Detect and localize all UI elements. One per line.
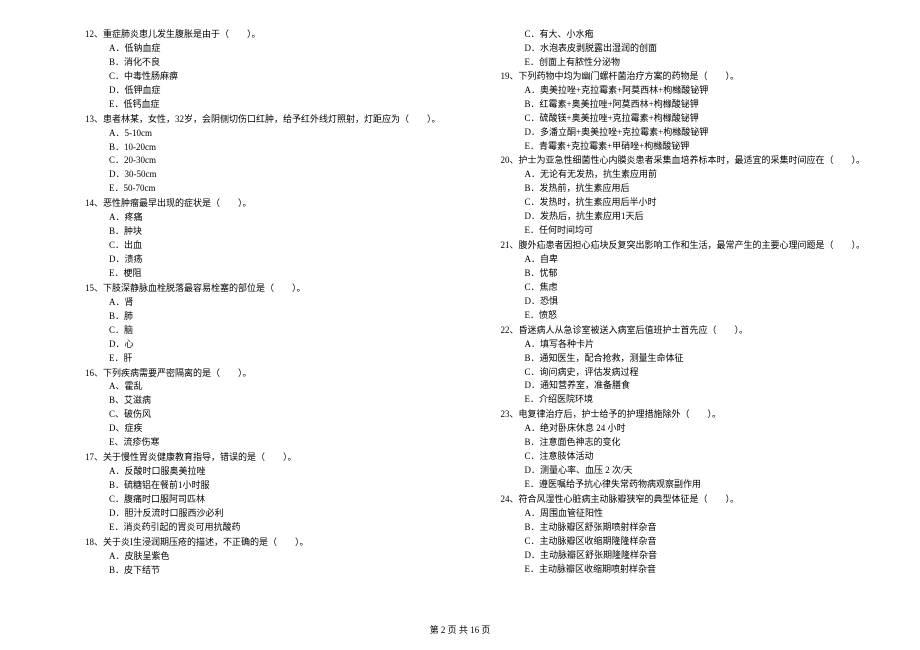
- question-option: D．水泡表皮剥脱露出湿润的创面: [501, 42, 866, 56]
- question-option: E．任何时间均可: [501, 224, 866, 238]
- question-title: 21、腹外疝患者因担心疝块反复突出影响工作和生活，最常产生的主要心理问题是（ ）…: [501, 239, 866, 253]
- question-option: D．恐惧: [501, 295, 866, 309]
- question-option: D．低钾血症: [85, 84, 441, 98]
- question-option: A、霍乱: [85, 380, 441, 394]
- question-option: C．有大、小水疱: [501, 28, 866, 42]
- question-option: C．焦虑: [501, 281, 866, 295]
- question-option: C．询问病史，评估发病过程: [501, 366, 866, 380]
- question-option: C．主动脉瓣区收缩期隆隆样杂音: [501, 535, 866, 549]
- question-option: B．忧郁: [501, 267, 866, 281]
- right-column: C．有大、小水疱D．水泡表皮剥脱露出湿润的创面E．创面上有脓性分泌物19、下列药…: [501, 28, 866, 603]
- question: 12、重症肺炎患儿发生腹胀是由于（ ）。A．低钠血症B．消化不良C．中毒性肠麻痹…: [85, 28, 441, 112]
- question-option: D、症疾: [85, 422, 441, 436]
- question: 23、电复律治疗后，护士给予的护理措施除外（ ）。A．绝对卧床休息 24 小时B…: [501, 408, 866, 492]
- question-option: E．肝: [85, 352, 441, 366]
- question-option: B、艾滋病: [85, 394, 441, 408]
- question-option: C．注意肢体活动: [501, 450, 866, 464]
- question-title: 13、患者林某，女性，32岁，会阴侧切伤口红肿，给予红外线灯照射，灯距应为（ ）…: [85, 113, 441, 127]
- question: 19、下列药物中均为幽门螺杆菌治疗方案的药物是（ ）。A．奥美拉唑+克拉霉素+阿…: [501, 70, 866, 154]
- question-option: E、流疹伤寒: [85, 436, 441, 450]
- question-option: D．多潘立酮+奥美拉唑+克拉霉素+枸橼酸铋钾: [501, 126, 866, 140]
- question-option: A．奥美拉唑+克拉霉素+阿莫西林+枸橼酸铋钾: [501, 84, 866, 98]
- question-option: B．发热前，抗生素应用后: [501, 182, 866, 196]
- page-footer: 第 2 页 共 16 页: [0, 623, 920, 636]
- question-option: B．肺: [85, 310, 441, 324]
- question-title: 23、电复律治疗后，护士给予的护理措施除外（ ）。: [501, 408, 866, 422]
- question-title: 16、下列疾病需要严密隔离的是（ ）。: [85, 367, 441, 381]
- question-option: B．注意面色神志的变化: [501, 436, 866, 450]
- question-option: C．中毒性肠麻痹: [85, 70, 441, 84]
- question: 22、昏迷病人从急诊室被送入病室后值班护士首先应（ ）。A．填写各种卡片B．通知…: [501, 324, 866, 408]
- question-option: A．肾: [85, 296, 441, 310]
- question-option: B．主动脉瓣区舒张期喷射样杂音: [501, 521, 866, 535]
- question-option: B．红霉素+奥美拉唑+阿莫西林+枸橼酸铋钾: [501, 98, 866, 112]
- question-title: 20、护士为亚急性细菌性心内膜炎患者采集血培养标本时，最适宜的采集时间应在（ ）…: [501, 154, 866, 168]
- question-option: C．出血: [85, 239, 441, 253]
- left-column: 12、重症肺炎患儿发生腹胀是由于（ ）。A．低钠血症B．消化不良C．中毒性肠麻痹…: [85, 28, 441, 603]
- question-option: E．创面上有脓性分泌物: [501, 56, 866, 70]
- question-option: A．5-10cm: [85, 127, 441, 141]
- question-option: D．测量心率、血压 2 次/天: [501, 464, 866, 478]
- question-option: A．低钠血症: [85, 42, 441, 56]
- question: 16、下列疾病需要严密隔离的是（ ）。A、霍乱B、艾滋病C、破伤风D、症疾E、流…: [85, 367, 441, 451]
- question-option: D．通知营养室，准备膳食: [501, 379, 866, 393]
- question-option: E．低钙血症: [85, 98, 441, 112]
- question-option: A．无论有无发热，抗生素应用前: [501, 168, 866, 182]
- question-title: 24、符合风湿性心脏病主动脉瓣狭窄的典型体征是（ ）。: [501, 493, 866, 507]
- question-option: E．遵医嘱给予抗心律失常药物病观察副作用: [501, 478, 866, 492]
- question-option: E．消炎药引起的胃炎可用抗酸药: [85, 521, 441, 535]
- question: 20、护士为亚急性细菌性心内膜炎患者采集血培养标本时，最适宜的采集时间应在（ ）…: [501, 154, 866, 238]
- question-option: E．青霉素+克拉霉素+甲硝唑+枸橼酸铋钾: [501, 140, 866, 154]
- question-option: C、破伤风: [85, 408, 441, 422]
- question: 15、下肢深静脉血栓脱落最容易栓塞的部位是（ ）。A．肾B．肺C．脑D．心E．肝: [85, 282, 441, 366]
- question-option: E．主动脉瓣区收缩期喷射样杂音: [501, 563, 866, 577]
- question-option: D．胆汁反流时口服西沙必利: [85, 507, 441, 521]
- question-title: 12、重症肺炎患儿发生腹胀是由于（ ）。: [85, 28, 441, 42]
- question-option: C．腹痛时口服阿司匹林: [85, 493, 441, 507]
- question-title: 18、关于炎I生浸润期压疮的描述，不正确的是（ ）。: [85, 536, 441, 550]
- question-option: D．发热后，抗生素应用1天后: [501, 210, 866, 224]
- question-option: D．溃疡: [85, 253, 441, 267]
- question: 18、关于炎I生浸润期压疮的描述，不正确的是（ ）。A．皮肤呈紫色B．皮下结节: [85, 536, 441, 578]
- question-option: C．硫酸镁+奥美拉唑+克拉霉素+枸橼酸铋钾: [501, 112, 866, 126]
- question-option: B．硫糖铝在餐前1小时服: [85, 479, 441, 493]
- question-option: A．反酸时口服奥美拉唑: [85, 465, 441, 479]
- question-option: E．梗阻: [85, 267, 441, 281]
- question-option: C．20-30cm: [85, 154, 441, 168]
- question-option: D．心: [85, 338, 441, 352]
- question: 17、关于慢性胃炎健康教育指导，错误的是（ ）。A．反酸时口服奥美拉唑B．硫糖铝…: [85, 451, 441, 535]
- question-option: C．脑: [85, 324, 441, 338]
- question-title: 17、关于慢性胃炎健康教育指导，错误的是（ ）。: [85, 451, 441, 465]
- question-option: B．消化不良: [85, 56, 441, 70]
- question-option: B．肿块: [85, 225, 441, 239]
- question-option: D．主动脉瓣区舒张期隆隆样杂音: [501, 549, 866, 563]
- question: 24、符合风湿性心脏病主动脉瓣狭窄的典型体征是（ ）。A．周围血管征阳性B．主动…: [501, 493, 866, 577]
- question-option: D．30-50cm: [85, 168, 441, 182]
- question-option: B．10-20cm: [85, 141, 441, 155]
- question-option: A．周围血管征阳性: [501, 507, 866, 521]
- question-option: E．介绍医院环境: [501, 393, 866, 407]
- question-title: 19、下列药物中均为幽门螺杆菌治疗方案的药物是（ ）。: [501, 70, 866, 84]
- question-option: C．发热时，抗生素应用后半小时: [501, 196, 866, 210]
- question-option: A．皮肤呈紫色: [85, 550, 441, 564]
- question: 21、腹外疝患者因担心疝块反复突出影响工作和生活，最常产生的主要心理问题是（ ）…: [501, 239, 866, 323]
- question-option: A．绝对卧床休息 24 小时: [501, 422, 866, 436]
- question: 13、患者林某，女性，32岁，会阴侧切伤口红肿，给予红外线灯照射，灯距应为（ ）…: [85, 113, 441, 197]
- question-option: B．通知医生，配合抢救，测量生命体征: [501, 352, 866, 366]
- content-columns: 12、重症肺炎患儿发生腹胀是由于（ ）。A．低钠血症B．消化不良C．中毒性肠麻痹…: [85, 28, 850, 603]
- question-title: 15、下肢深静脉血栓脱落最容易栓塞的部位是（ ）。: [85, 282, 441, 296]
- question-title: 14、恶性肿瘤最早出现的症状是（ ）。: [85, 197, 441, 211]
- question-option: B．皮下结节: [85, 564, 441, 578]
- question: 14、恶性肿瘤最早出现的症状是（ ）。A．疼痛B．肿块C．出血D．溃疡E．梗阻: [85, 197, 441, 281]
- question-option: A．疼痛: [85, 211, 441, 225]
- question-option: E．50-70cm: [85, 182, 441, 196]
- question-option: A．填写各种卡片: [501, 338, 866, 352]
- question-option: A．自卑: [501, 253, 866, 267]
- question-option: E．愤怒: [501, 309, 866, 323]
- question-title: 22、昏迷病人从急诊室被送入病室后值班护士首先应（ ）。: [501, 324, 866, 338]
